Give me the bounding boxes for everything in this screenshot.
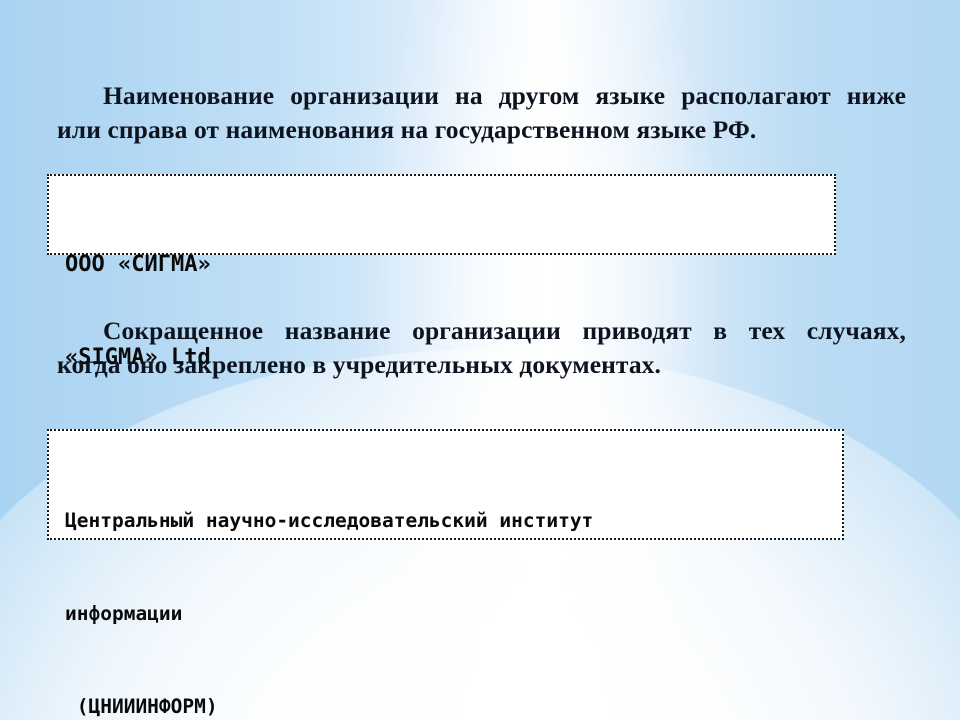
example-line: информации [65, 602, 183, 625]
paragraph-line: Сокращенное название организации приводя… [103, 316, 906, 345]
paragraph-line: Наименование организации на другом языке… [103, 81, 906, 110]
paragraph-line: или справа от наименования на государств… [57, 115, 757, 144]
paragraph-line: когда оно закреплено в учредительных док… [57, 350, 662, 379]
slide: Наименование организации на другом языке… [0, 0, 960, 720]
example-line: Центральный научно-исследовательский инс… [65, 509, 594, 532]
slide-content: Наименование организации на другом языке… [0, 0, 960, 720]
example-line: ООО «СИГМА» [65, 252, 211, 277]
paragraph-naming-other-language: Наименование организации на другом языке… [57, 79, 906, 147]
example-box-org-sigma: ООО «СИГМА» «SIGMA» Ltd [47, 174, 836, 370]
example-line: (ЦНИИИНФОРМ) [65, 695, 218, 718]
example-box-institute: Центральный научно-исследовательский инс… [47, 429, 844, 718]
paragraph-short-name-rule: Сокращенное название организации приводя… [57, 314, 906, 382]
